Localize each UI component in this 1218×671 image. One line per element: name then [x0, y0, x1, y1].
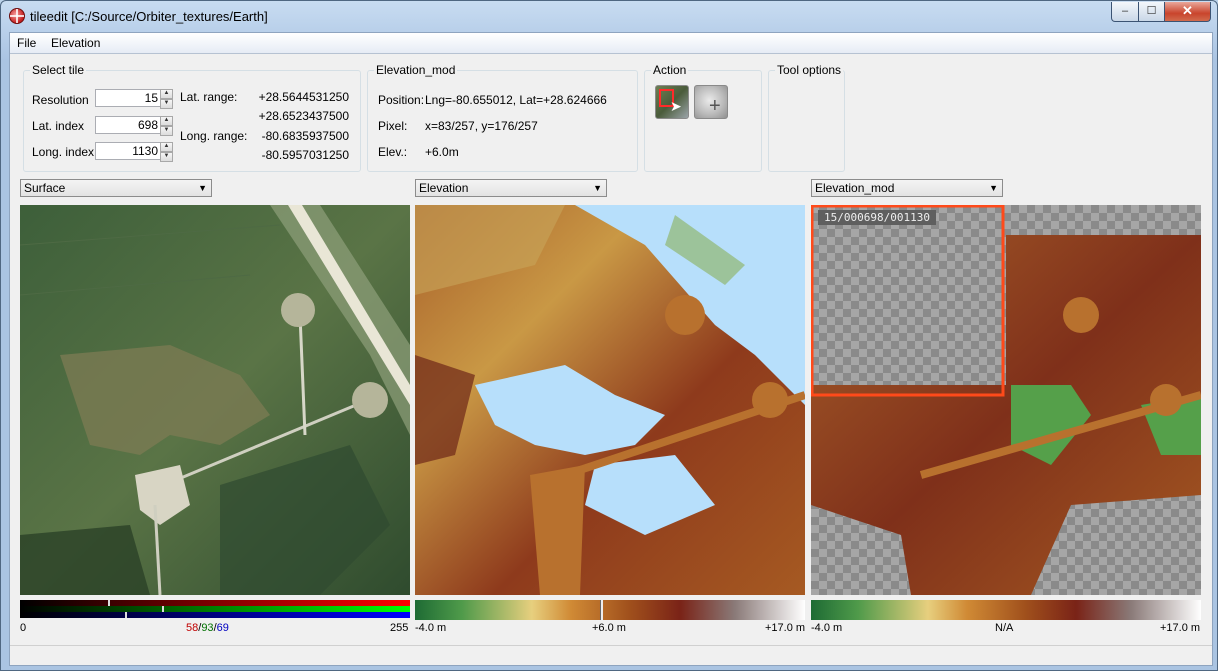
surface-layer-value: Surface — [24, 181, 66, 195]
menu-file[interactable]: File — [17, 36, 36, 50]
elevation-marker — [600, 600, 603, 620]
spin-up-icon[interactable]: ▲ — [160, 116, 173, 126]
app-globe-icon — [9, 8, 25, 24]
client-area: File Elevation Select tile Resolution 15… — [9, 32, 1213, 666]
rgb-scale-max: 255 — [390, 622, 409, 634]
resolution-input[interactable]: 15 — [95, 89, 163, 107]
resolution-spinner[interactable]: ▲ ▼ — [160, 89, 173, 109]
lat-range-max: +28.5644531250 — [258, 90, 349, 104]
spin-down-icon[interactable]: ▼ — [160, 152, 173, 162]
minimize-button[interactable]: ‒ — [1111, 2, 1139, 22]
chevron-down-icon: ▼ — [593, 183, 602, 193]
position-value: Lng=-80.655012, Lat=+28.624666 — [425, 93, 607, 107]
long-range-min: -80.6835937500 — [261, 129, 349, 143]
pixel-value: x=83/257, y=176/257 — [425, 119, 538, 133]
g-value: 93 — [201, 622, 214, 634]
maximize-button[interactable]: ☐ — [1138, 2, 1165, 22]
elevation-image — [415, 205, 805, 595]
elevation-info-title: Elevation_mod — [374, 63, 458, 77]
b-value: 69 — [216, 622, 229, 634]
red-marker — [108, 600, 110, 606]
spin-down-icon[interactable]: ▼ — [160, 126, 173, 136]
lat-index-input[interactable]: 698 — [95, 116, 163, 134]
elevation-mod-colorbar[interactable] — [811, 600, 1201, 620]
elevation-mod-image — [811, 205, 1201, 595]
chevron-down-icon: ▼ — [989, 183, 998, 193]
long-index-label: Long. index — [32, 145, 95, 159]
blue-channel-bar — [20, 612, 410, 618]
action-title: Action — [651, 63, 689, 77]
elevation-colorbar[interactable] — [415, 600, 805, 620]
elevation-layer-value: Elevation — [419, 181, 469, 195]
elevation-mod-layer-select[interactable]: Elevation_mod ▼ — [811, 179, 1003, 197]
elevation-scale-mid: +6.0 m — [592, 622, 626, 634]
close-button[interactable]: ✕ — [1164, 2, 1211, 22]
cursor-arrow-icon: ➤ — [670, 98, 682, 114]
rgb-histogram-bar[interactable] — [20, 600, 410, 620]
app-window: tileedit [C:/Source/Orbiter_textures/Ear… — [0, 0, 1218, 671]
rgb-scale-min: 0 — [20, 622, 27, 634]
tile-id-badge: 15/000698/001130 — [818, 210, 936, 225]
status-bar — [10, 645, 1212, 666]
tool-options-group: Tool options — [768, 63, 845, 172]
elevation-mod-layer-value: Elevation_mod — [815, 181, 895, 195]
elevation-tile-view[interactable] — [415, 205, 805, 595]
tool-options-title: Tool options — [775, 63, 844, 77]
elevation-mod-scale-mid: N/A — [995, 622, 1014, 634]
long-range-label: Long. range: — [180, 129, 248, 143]
elevation-layer-select[interactable]: Elevation ▼ — [415, 179, 607, 197]
surface-layer-select[interactable]: Surface ▼ — [20, 179, 212, 197]
spin-down-icon[interactable]: ▼ — [160, 99, 173, 109]
elevation-mod-tile-view[interactable]: 15/000698/001130 — [811, 205, 1201, 595]
long-index-input[interactable]: 1130 — [95, 142, 163, 160]
window-title: tileedit [C:/Source/Orbiter_textures/Ear… — [30, 9, 268, 24]
surface-tile-view[interactable] — [20, 205, 410, 595]
select-tile-title: Select tile — [30, 63, 87, 77]
elev-value: +6.0m — [425, 145, 459, 159]
resolution-label: Resolution — [32, 93, 89, 107]
blue-marker — [125, 612, 127, 618]
r-value: 58 — [186, 622, 199, 634]
chevron-down-icon: ▼ — [198, 183, 207, 193]
long-index-spinner[interactable]: ▲ ▼ — [160, 142, 173, 162]
select-region-tool-button[interactable]: ➤ — [655, 85, 689, 119]
title-bar[interactable]: tileedit [C:/Source/Orbiter_textures/Ear… — [1, 1, 1217, 31]
lat-index-spinner[interactable]: ▲ ▼ — [160, 116, 173, 136]
long-range-max: -80.5957031250 — [261, 148, 349, 162]
rgb-values: 58/93/69 — [186, 622, 229, 634]
elevation-mod-scale-min: -4.0 m — [811, 622, 843, 634]
lat-range-label: Lat. range: — [180, 90, 238, 104]
elevation-mod-scale-max: +17.0 m — [1160, 622, 1201, 634]
pixel-label: Pixel: — [378, 119, 408, 133]
lat-index-label: Lat. index — [32, 119, 85, 133]
add-elevation-tool-button[interactable]: + — [694, 85, 728, 119]
menu-elevation[interactable]: Elevation — [51, 36, 100, 50]
lat-range-min: +28.6523437500 — [258, 109, 349, 123]
spin-up-icon[interactable]: ▲ — [160, 89, 173, 99]
surface-image — [20, 205, 410, 595]
plus-icon: + — [709, 95, 721, 117]
position-label: Position: — [378, 93, 425, 107]
elev-label: Elev.: — [378, 145, 408, 159]
elevation-scale-max: +17.0 m — [765, 622, 806, 634]
green-marker — [162, 606, 164, 612]
elevation-scale-min: -4.0 m — [415, 622, 447, 634]
menu-bar: File Elevation — [10, 33, 1212, 54]
spin-up-icon[interactable]: ▲ — [160, 142, 173, 152]
